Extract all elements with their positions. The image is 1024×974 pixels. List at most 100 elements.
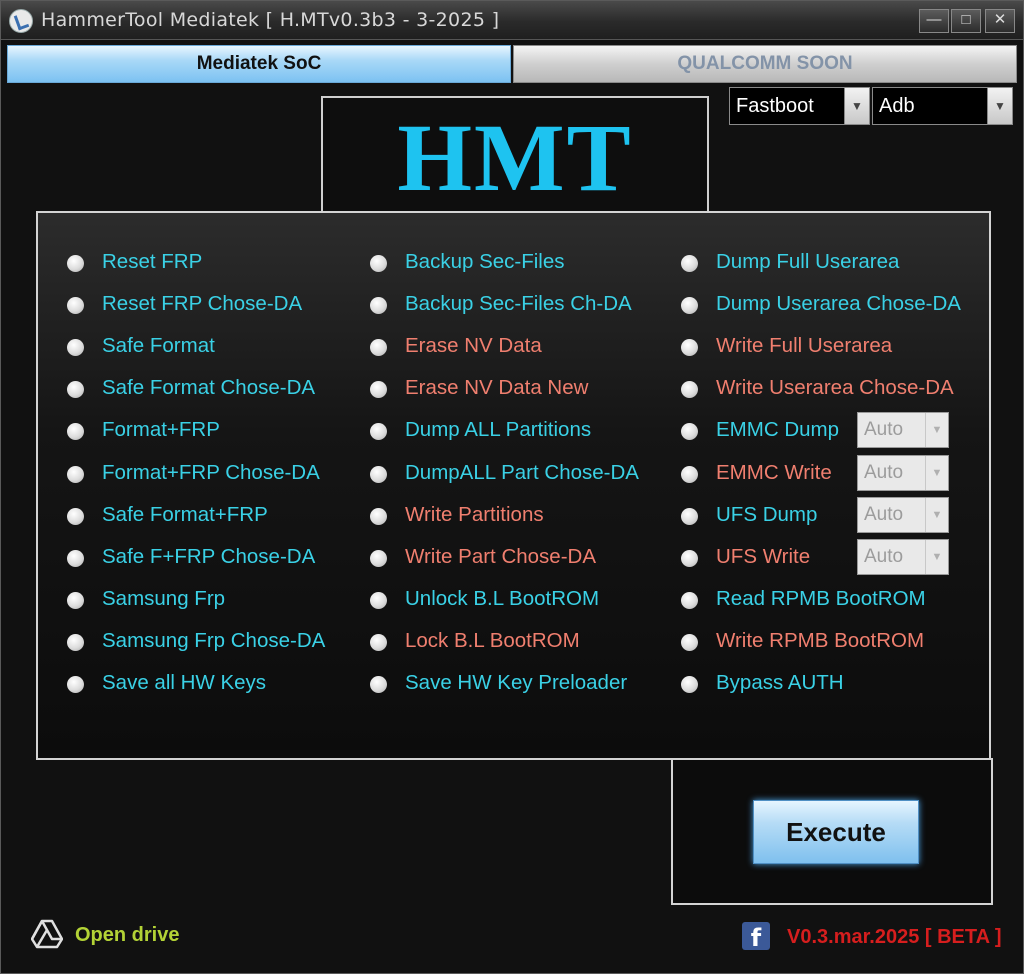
adb-select-value: Adb bbox=[879, 95, 915, 117]
option-label[interactable]: Erase NV Data New bbox=[405, 376, 588, 400]
option-label[interactable]: Backup Sec-Files bbox=[405, 250, 565, 274]
google-drive-icon[interactable] bbox=[31, 919, 63, 949]
radio-button[interactable] bbox=[370, 466, 387, 483]
option-label[interactable]: Erase NV Data bbox=[405, 334, 542, 358]
option-label[interactable]: EMMC Dump bbox=[716, 418, 839, 442]
option-label[interactable]: DumpALL Part Chose-DA bbox=[405, 461, 639, 485]
chevron-down-icon[interactable]: ▼ bbox=[844, 88, 869, 124]
maximize-icon: □ bbox=[961, 11, 971, 28]
storage-mode-select[interactable]: Auto ▼ bbox=[857, 539, 949, 575]
radio-button[interactable] bbox=[681, 255, 698, 272]
radio-button[interactable] bbox=[681, 381, 698, 398]
radio-button[interactable] bbox=[681, 297, 698, 314]
option-label[interactable]: Dump Userarea Chose-DA bbox=[716, 292, 961, 316]
radio-button[interactable] bbox=[681, 339, 698, 356]
radio-button[interactable] bbox=[370, 634, 387, 651]
facebook-icon[interactable]: f bbox=[742, 922, 770, 952]
storage-mode-select[interactable]: Auto ▼ bbox=[857, 412, 949, 448]
radio-button[interactable] bbox=[370, 339, 387, 356]
option-label[interactable]: Safe Format Chose-DA bbox=[102, 376, 315, 400]
radio-button[interactable] bbox=[370, 255, 387, 272]
option-label[interactable]: Samsung Frp bbox=[102, 587, 225, 611]
chevron-down-icon[interactable]: ▼ bbox=[925, 413, 948, 447]
radio-button[interactable] bbox=[681, 423, 698, 440]
radio-button[interactable] bbox=[370, 423, 387, 440]
option-label[interactable]: Samsung Frp Chose-DA bbox=[102, 629, 325, 653]
radio-button[interactable] bbox=[681, 634, 698, 651]
option-label[interactable]: Write Full Userarea bbox=[716, 334, 892, 358]
option-label[interactable]: Dump Full Userarea bbox=[716, 250, 899, 274]
execute-button[interactable]: Execute bbox=[753, 800, 919, 864]
option-label[interactable]: Backup Sec-Files Ch-DA bbox=[405, 292, 632, 316]
radio-button[interactable] bbox=[370, 550, 387, 567]
logo-panel: HMT bbox=[321, 96, 709, 217]
radio-button[interactable] bbox=[681, 466, 698, 483]
option-label[interactable]: Lock B.L BootROM bbox=[405, 629, 580, 653]
tab-qualcomm[interactable]: QUALCOMM SOON bbox=[513, 45, 1017, 83]
chevron-down-icon[interactable]: ▼ bbox=[925, 498, 948, 532]
chevron-down-icon[interactable]: ▼ bbox=[925, 540, 948, 574]
option-label[interactable]: Reset FRP Chose-DA bbox=[102, 292, 302, 316]
radio-button[interactable] bbox=[67, 466, 84, 483]
radio-button[interactable] bbox=[681, 592, 698, 609]
radio-button[interactable] bbox=[67, 550, 84, 567]
option-label[interactable]: Safe Format+FRP bbox=[102, 503, 268, 527]
chevron-down-icon[interactable]: ▼ bbox=[925, 456, 948, 490]
fastboot-select[interactable]: Fastboot ▼ bbox=[729, 87, 870, 125]
radio-button[interactable] bbox=[370, 297, 387, 314]
option-label[interactable]: Format+FRP Chose-DA bbox=[102, 461, 320, 485]
storage-mode-select-value: Auto bbox=[864, 419, 904, 440]
option-label[interactable]: Safe F+FRP Chose-DA bbox=[102, 545, 315, 569]
radio-button[interactable] bbox=[67, 339, 84, 356]
chevron-down-icon[interactable]: ▼ bbox=[987, 88, 1012, 124]
open-drive-link[interactable]: Open drive bbox=[75, 924, 179, 947]
radio-button[interactable] bbox=[67, 255, 84, 272]
storage-mode-select-value: Auto bbox=[864, 546, 904, 567]
minimize-button[interactable]: — bbox=[919, 9, 949, 33]
option-label[interactable]: UFS Dump bbox=[716, 503, 817, 527]
fastboot-select-value: Fastboot bbox=[736, 95, 814, 117]
radio-button[interactable] bbox=[370, 676, 387, 693]
option-label[interactable]: EMMC Write bbox=[716, 461, 832, 485]
option-label[interactable]: Bypass AUTH bbox=[716, 671, 844, 695]
radio-button[interactable] bbox=[67, 592, 84, 609]
radio-button[interactable] bbox=[67, 634, 84, 651]
maximize-button[interactable]: □ bbox=[951, 9, 981, 33]
option-label[interactable]: Write Userarea Chose-DA bbox=[716, 376, 954, 400]
radio-button[interactable] bbox=[370, 592, 387, 609]
option-label[interactable]: Read RPMB BootROM bbox=[716, 587, 926, 611]
option-label[interactable]: Save all HW Keys bbox=[102, 671, 266, 695]
storage-mode-select[interactable]: Auto ▼ bbox=[857, 497, 949, 533]
radio-button[interactable] bbox=[67, 423, 84, 440]
tab-bar: Mediatek SoC QUALCOMM SOON bbox=[7, 45, 1017, 83]
option-label[interactable]: Safe Format bbox=[102, 334, 215, 358]
logo-text: HMT bbox=[397, 104, 633, 211]
radio-button[interactable] bbox=[67, 508, 84, 525]
radio-button[interactable] bbox=[67, 297, 84, 314]
tab-mediatek-soc[interactable]: Mediatek SoC bbox=[7, 45, 511, 83]
option-label[interactable]: Unlock B.L BootROM bbox=[405, 587, 599, 611]
close-icon: ✕ bbox=[993, 11, 1007, 28]
close-button[interactable]: ✕ bbox=[985, 9, 1015, 33]
title-bar[interactable]: HammerTool Mediatek [ H.MTv0.3b3 - 3-202… bbox=[1, 1, 1023, 40]
storage-mode-select-value: Auto bbox=[864, 504, 904, 525]
option-label[interactable]: Format+FRP bbox=[102, 418, 220, 442]
radio-button[interactable] bbox=[681, 508, 698, 525]
adb-select[interactable]: Adb ▼ bbox=[872, 87, 1013, 125]
option-label[interactable]: Dump ALL Partitions bbox=[405, 418, 591, 442]
storage-mode-select[interactable]: Auto ▼ bbox=[857, 455, 949, 491]
option-label[interactable]: Reset FRP bbox=[102, 250, 202, 274]
option-label[interactable]: Write Part Chose-DA bbox=[405, 545, 596, 569]
radio-button[interactable] bbox=[67, 381, 84, 398]
radio-button[interactable] bbox=[67, 676, 84, 693]
radio-button[interactable] bbox=[370, 508, 387, 525]
option-label[interactable]: UFS Write bbox=[716, 545, 810, 569]
version-label: V0.3.mar.2025 [ BETA ] bbox=[787, 926, 1002, 948]
window-title: HammerTool Mediatek [ H.MTv0.3b3 - 3-202… bbox=[41, 9, 500, 31]
option-label[interactable]: Save HW Key Preloader bbox=[405, 671, 627, 695]
radio-button[interactable] bbox=[681, 676, 698, 693]
radio-button[interactable] bbox=[370, 381, 387, 398]
option-label[interactable]: Write Partitions bbox=[405, 503, 544, 527]
radio-button[interactable] bbox=[681, 550, 698, 567]
option-label[interactable]: Write RPMB BootROM bbox=[716, 629, 924, 653]
